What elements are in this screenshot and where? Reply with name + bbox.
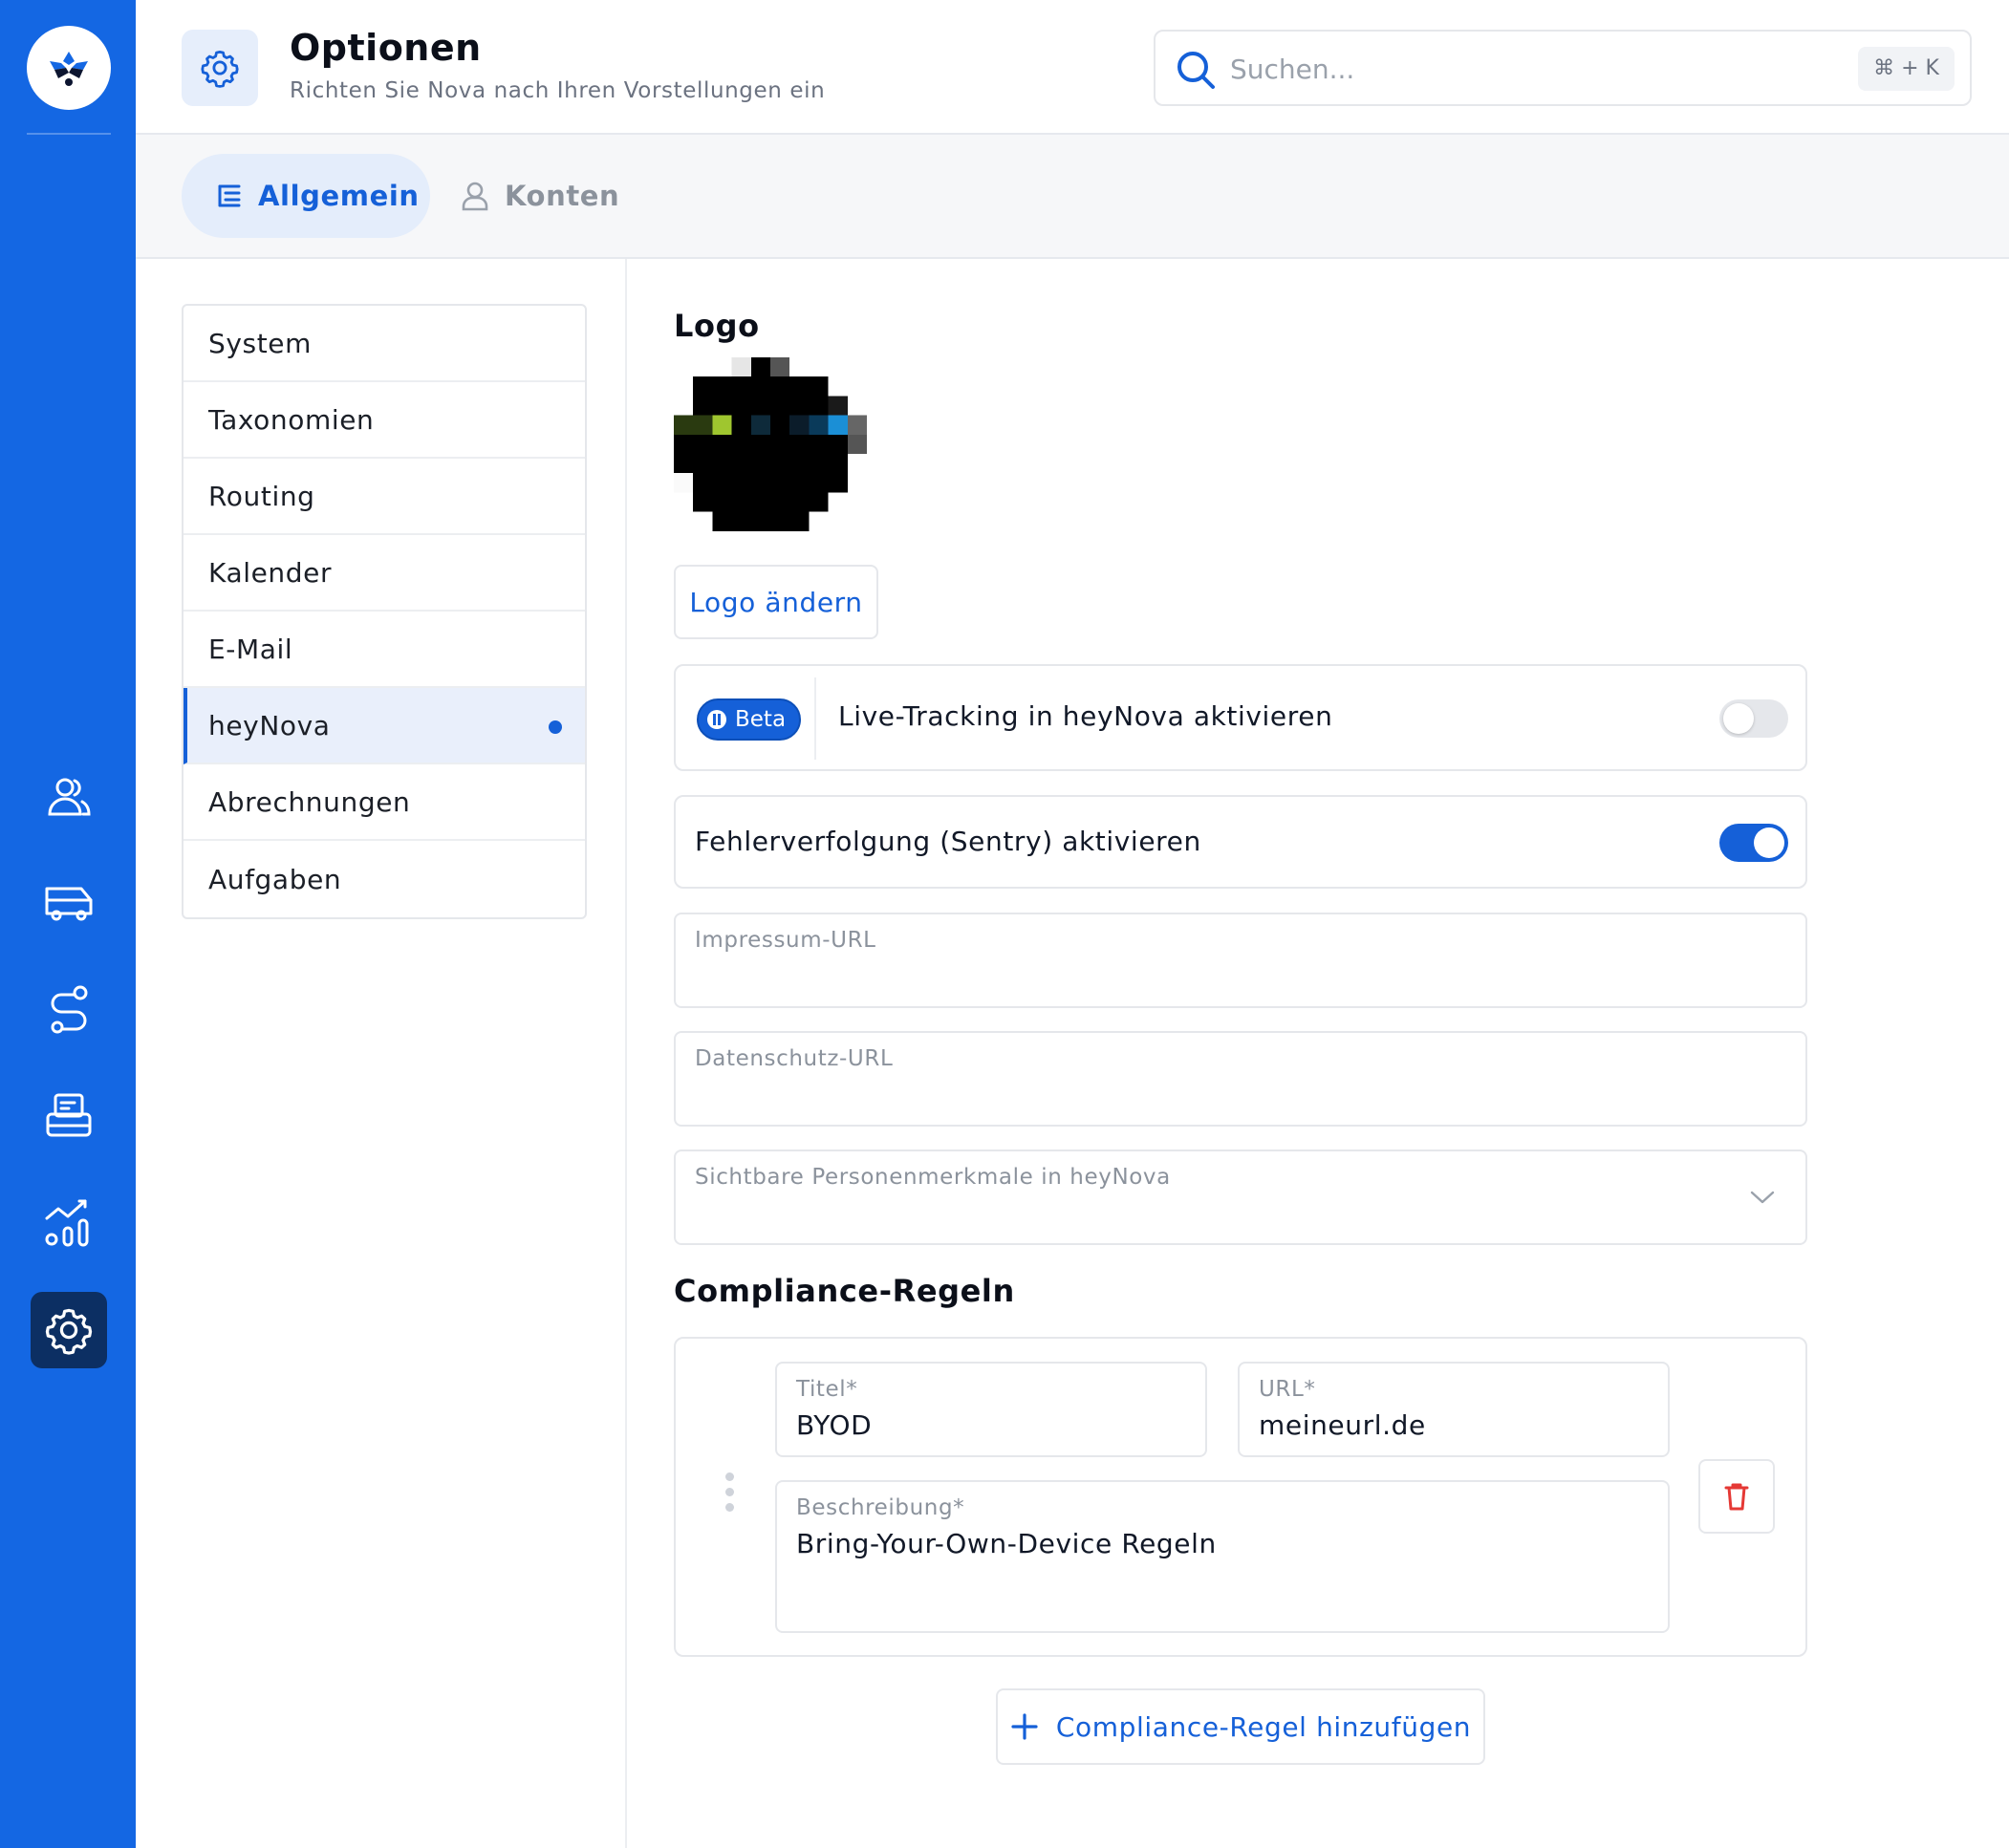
page-title: Optionen xyxy=(290,27,482,69)
toggle-knob xyxy=(1723,703,1754,734)
page-subtitle: Richten Sie Nova nach Ihren Vorstellunge… xyxy=(290,78,826,103)
analytics-icon xyxy=(45,1199,89,1247)
field-label: Sichtbare Personenmerkmale in heyNova xyxy=(695,1165,1171,1190)
card-divider xyxy=(814,677,816,760)
app-sidebar xyxy=(0,0,136,1848)
chevron-down-icon xyxy=(1750,1191,1775,1204)
tab-label: Allgemein xyxy=(258,180,420,212)
nav-routes[interactable] xyxy=(31,971,107,1047)
sentry-card: Fehlerverfolgung (Sentry) aktivieren xyxy=(674,795,1807,889)
nav-analytics[interactable] xyxy=(31,1185,107,1261)
menu-item-email[interactable]: E-Mail xyxy=(184,612,585,688)
live-tracking-card: Beta Live-Tracking in heyNova aktivieren xyxy=(674,664,1807,771)
drag-handle-icon[interactable] xyxy=(725,1472,735,1518)
field-value: BYOD xyxy=(796,1409,873,1441)
nav-settings[interactable] xyxy=(31,1292,107,1368)
nav-print[interactable] xyxy=(31,1078,107,1154)
field-label: Datenschutz-URL xyxy=(695,1046,894,1071)
toggle-knob xyxy=(1754,827,1784,858)
header-settings-badge xyxy=(182,30,258,106)
rail-divider xyxy=(27,133,111,135)
settings-menu: System Taxonomien Routing Kalender E-Mai… xyxy=(182,304,587,919)
menu-item-system[interactable]: System xyxy=(184,306,585,382)
app-logo[interactable] xyxy=(27,26,111,110)
field-label: URL* xyxy=(1259,1377,1316,1402)
field-value: meineurl.de xyxy=(1259,1409,1426,1441)
bus-icon xyxy=(45,887,93,921)
impressum-url-field[interactable]: Impressum-URL xyxy=(674,913,1807,1008)
nav-people[interactable] xyxy=(31,759,107,835)
settings-icon xyxy=(45,1308,93,1355)
trash-icon xyxy=(1724,1483,1749,1511)
page-header: Optionen Richten Sie Nova nach Ihren Vor… xyxy=(136,0,2009,135)
tabs-bar: Allgemein Konten xyxy=(136,135,2009,259)
person-attributes-select[interactable]: Sichtbare Personenmerkmale in heyNova xyxy=(674,1150,1807,1245)
field-label: Beschreibung* xyxy=(796,1495,965,1520)
menu-item-aufgaben[interactable]: Aufgaben xyxy=(184,841,585,917)
field-label: Titel* xyxy=(796,1377,858,1402)
compliance-rule-card: Titel* BYOD URL* meineurl.de Beschreibun… xyxy=(674,1337,1807,1657)
search-box[interactable]: ⌘ + K xyxy=(1154,30,1972,106)
gear-icon xyxy=(201,50,239,88)
organization-logo-image xyxy=(674,357,867,531)
rule-title-field[interactable]: Titel* BYOD xyxy=(775,1362,1207,1457)
delete-rule-button[interactable] xyxy=(1698,1459,1775,1534)
rule-description-field[interactable]: Beschreibung* Bring-Your-Own-Device Rege… xyxy=(775,1480,1670,1633)
datenschutz-url-field[interactable]: Datenschutz-URL xyxy=(674,1031,1807,1127)
menu-item-kalender[interactable]: Kalender xyxy=(184,535,585,612)
route-icon xyxy=(51,985,88,1034)
logo-heading: Logo xyxy=(674,308,760,344)
menu-item-label: heyNova xyxy=(208,709,331,741)
active-indicator-dot xyxy=(549,720,562,734)
field-value: Bring-Your-Own-Device Regeln xyxy=(796,1528,1217,1559)
beta-icon xyxy=(706,709,727,730)
live-tracking-label: Live-Tracking in heyNova aktivieren xyxy=(838,700,1333,732)
button-label: Compliance-Regel hinzufügen xyxy=(1055,1710,1472,1743)
compliance-heading: Compliance-Regeln xyxy=(674,1273,1015,1309)
menu-item-heynova[interactable]: heyNova xyxy=(184,688,585,764)
rule-url-field[interactable]: URL* meineurl.de xyxy=(1238,1362,1670,1457)
nova-logo-icon xyxy=(50,52,88,86)
tab-allgemein[interactable]: Allgemein xyxy=(182,154,430,238)
menu-item-abrechnungen[interactable]: Abrechnungen xyxy=(184,764,585,841)
people-icon xyxy=(48,778,91,816)
change-logo-button[interactable]: Logo ändern xyxy=(674,565,878,639)
beta-badge: Beta xyxy=(697,698,802,741)
live-tracking-toggle[interactable] xyxy=(1719,699,1788,738)
menu-item-taxonomien[interactable]: Taxonomien xyxy=(184,382,585,459)
field-label: Impressum-URL xyxy=(695,928,876,953)
tab-label: Konten xyxy=(505,180,620,212)
tab-konten[interactable]: Konten xyxy=(461,154,619,238)
sentry-label: Fehlerverfolgung (Sentry) aktivieren xyxy=(695,826,1201,857)
search-icon xyxy=(1177,52,1215,89)
plus-icon xyxy=(1011,1713,1038,1740)
printer-icon xyxy=(46,1093,92,1137)
nav-vehicles[interactable] xyxy=(31,864,107,940)
user-icon xyxy=(461,181,489,211)
keyboard-shortcut-hint: ⌘ + K xyxy=(1858,47,1955,91)
search-input[interactable] xyxy=(1230,49,1804,89)
add-compliance-rule-button[interactable]: Compliance-Regel hinzufügen xyxy=(996,1688,1485,1765)
sentry-toggle[interactable] xyxy=(1719,824,1788,862)
list-icon xyxy=(216,183,243,209)
menu-item-routing[interactable]: Routing xyxy=(184,459,585,535)
panel-divider xyxy=(625,259,627,1848)
